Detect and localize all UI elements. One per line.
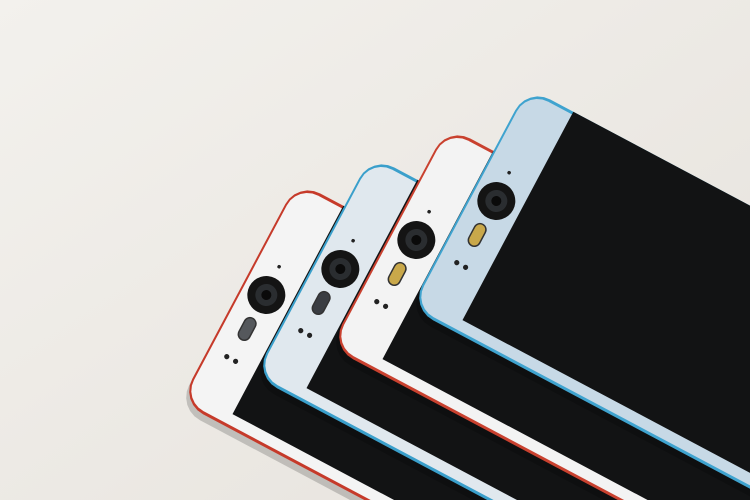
phones-photo <box>0 0 750 500</box>
